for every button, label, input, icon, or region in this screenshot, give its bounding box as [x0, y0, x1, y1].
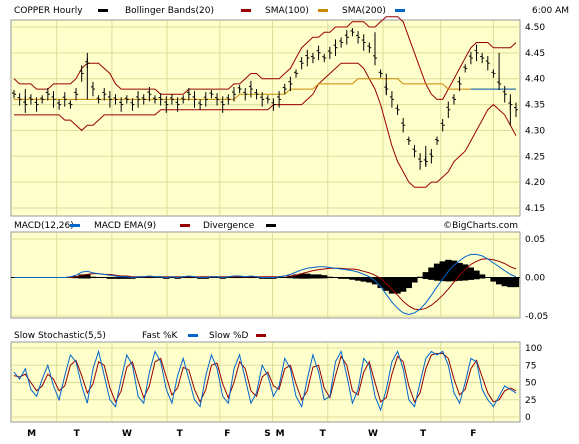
bb-label: Bollinger Bands(20)	[125, 6, 214, 16]
macd-legend-swatch	[70, 224, 80, 227]
macd-tick-label: 0.05	[525, 235, 545, 245]
divergence-bar	[405, 277, 412, 289]
x-day-label: S	[264, 429, 270, 439]
price-tick-label: 4.20	[525, 178, 545, 188]
divergence-bar	[490, 277, 497, 282]
divergence-bar	[467, 267, 474, 280]
x-day-label: M	[276, 429, 285, 439]
stoch-title: Slow Stochastic(5,5)	[14, 331, 106, 341]
divergence-bar	[343, 277, 350, 279]
divergence-bar	[112, 277, 119, 279]
price-tick-label: 4.25	[525, 152, 545, 162]
x-day-label: W	[368, 429, 378, 439]
slowd-legend-swatch	[256, 334, 266, 337]
fastk-label: Fast %K	[142, 331, 178, 341]
macd-tick-label: -0.05	[525, 312, 548, 322]
macd-panel: 0.05 0.00 -0.05	[10, 231, 548, 322]
symbol-label: COPPER Hourly	[14, 6, 83, 16]
sma100-legend-swatch	[318, 9, 328, 12]
bb-legend-swatch	[241, 9, 251, 12]
divergence-bar	[394, 277, 401, 294]
divergence-bar	[354, 277, 362, 281]
divergence-label: Divergence	[203, 221, 255, 231]
divergence-bar	[118, 277, 125, 279]
price-tick-label: 4.50	[525, 23, 545, 33]
sma100-label: SMA(100)	[265, 6, 309, 16]
divergence-bar	[304, 273, 311, 279]
divergence-bar	[428, 267, 435, 280]
divergence-bar	[400, 277, 407, 292]
watermark: ©BigCharts.com	[443, 221, 518, 231]
x-day-label: M	[27, 429, 36, 439]
x-day-label: T	[177, 429, 184, 439]
divergence-bar	[439, 261, 446, 282]
x-day-label: T	[420, 429, 427, 439]
divergence-bar	[479, 274, 486, 279]
x-day-label: T	[320, 429, 327, 439]
price-tick-label: 4.30	[525, 126, 545, 136]
stock-chart: 4.50 4.45 4.40 4.35 4.30 4.25 4.20 4.15 COPPER …	[0, 0, 579, 444]
divergence-bar	[106, 277, 114, 279]
macd-label: MACD(12,26)	[14, 221, 74, 231]
x-day-label: F	[224, 429, 230, 439]
divergence-bar	[309, 274, 317, 279]
sma200-label: SMA(200)	[342, 6, 386, 16]
x-day-label: T	[74, 429, 81, 439]
divergence-bar	[321, 275, 328, 279]
price-panel: 4.50 4.45 4.40 4.35 4.30 4.25 4.20 4.15	[10, 16, 545, 217]
divergence-bar	[512, 277, 520, 288]
divergence-bar	[501, 277, 508, 287]
divergence-bar	[507, 277, 514, 288]
x-day-label: F	[470, 429, 476, 439]
stoch-tick-label: 75	[525, 361, 536, 371]
stoch-tick-label: 0	[525, 413, 531, 423]
x-day-label: W	[122, 429, 132, 439]
price-tick-label: 4.40	[525, 75, 545, 85]
divergence-bar	[422, 272, 429, 279]
macd-tick-label: 0.00	[525, 274, 545, 284]
macd-ema-legend-swatch	[180, 224, 190, 227]
divergence-bar	[473, 270, 480, 280]
divergence-bar	[349, 277, 356, 280]
divergence-bar	[326, 276, 333, 279]
price-tick-label: 4.35	[525, 101, 545, 111]
slowd-label: Slow %D	[209, 331, 248, 341]
time-label: 6:00 AM	[532, 6, 569, 16]
divergence-bar	[416, 276, 424, 279]
fastk-legend-swatch	[188, 334, 198, 337]
stoch-tick-label: 25	[525, 396, 536, 406]
divergence-bar	[411, 277, 418, 283]
stoch-tick-label: 100	[525, 344, 542, 354]
sma200-legend-swatch	[395, 9, 405, 12]
stoch-tick-label: 50	[525, 379, 537, 389]
divergence-bar	[338, 277, 345, 279]
divergence-bar	[315, 274, 322, 279]
price-panel-bg	[10, 19, 521, 217]
divergence-bar	[433, 263, 441, 281]
price-tick-label: 4.15	[525, 204, 545, 214]
price-legend-swatch	[98, 9, 108, 12]
divergence-bar	[89, 276, 97, 279]
divergence-bar	[123, 277, 130, 279]
macd-ema-label: MACD EMA(9)	[94, 221, 156, 231]
divergence-bar	[495, 277, 503, 285]
divergence-legend-swatch	[266, 224, 276, 227]
stoch-panel: 100 75 50 25 0	[10, 341, 542, 423]
divergence-bar	[360, 277, 367, 282]
price-tick-label: 4.45	[525, 49, 545, 59]
